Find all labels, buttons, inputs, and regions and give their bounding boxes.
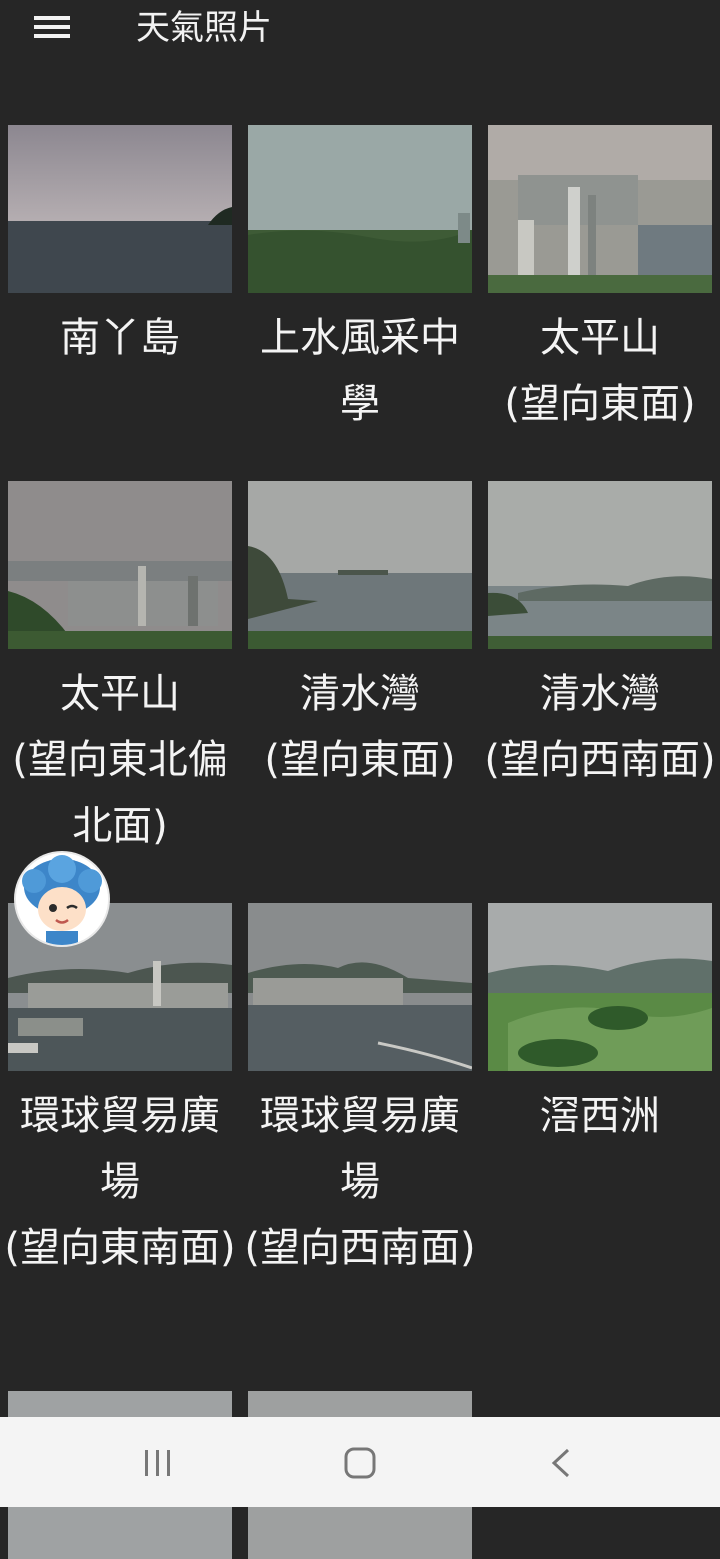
cartoon-avatar-icon[interactable] [16, 853, 108, 945]
photo-caption: 南丫島 [60, 315, 180, 361]
photo-caption: 環球貿易廣場 (望向東南面) [4, 1093, 236, 1271]
photo-thumbnail[interactable] [248, 481, 472, 649]
photo-card-sheung-shui[interactable]: 上水風采中學 [248, 125, 472, 437]
photo-caption: 清水灣 (望向西南面) [484, 671, 716, 783]
photo-thumbnail[interactable] [488, 125, 712, 293]
photo-thumbnail[interactable] [248, 903, 472, 1071]
recent-apps-icon[interactable] [128, 1442, 188, 1484]
photo-card-lamma[interactable]: 南丫島 [8, 125, 232, 371]
photo-card-peak-east[interactable]: 太平山 (望向東面) [488, 125, 712, 437]
photo-caption: 滘西洲 [540, 1093, 660, 1139]
photo-caption: 清水灣 (望向東面) [264, 671, 456, 783]
photo-card-peak-nne[interactable]: 太平山 (望向東北偏北面) [8, 481, 232, 859]
photo-card-kau-sai-chau[interactable]: 滘西洲 [488, 903, 712, 1149]
app-header: 天氣照片 [0, 0, 720, 60]
photo-caption: 環球貿易廣場 (望向西南面) [244, 1093, 476, 1271]
system-nav-bar [0, 1417, 720, 1507]
photo-card-clear-water-bay-east[interactable]: 清水灣 (望向東面) [248, 481, 472, 793]
photo-thumbnail[interactable] [488, 903, 712, 1071]
home-icon[interactable] [330, 1442, 390, 1484]
hamburger-menu-icon[interactable] [30, 10, 74, 44]
photo-caption: 太平山 (望向東北偏北面) [12, 671, 228, 849]
back-icon[interactable] [532, 1442, 592, 1484]
photo-card-icc-sw[interactable]: 環球貿易廣場 (望向西南面) [244, 903, 476, 1281]
photo-thumbnail[interactable] [8, 481, 232, 649]
photo-caption: 上水風采中學 [260, 315, 460, 427]
photo-card-clear-water-bay-sw[interactable]: 清水灣 (望向西南面) [484, 481, 716, 793]
photo-thumbnail[interactable] [8, 125, 232, 293]
photo-thumbnail[interactable] [488, 481, 712, 649]
photo-thumbnail[interactable] [248, 125, 472, 293]
photo-card-icc-se[interactable]: 環球貿易廣場 (望向東南面) [4, 903, 236, 1281]
photo-caption: 太平山 (望向東面) [504, 315, 696, 427]
page-title: 天氣照片 [136, 8, 272, 48]
